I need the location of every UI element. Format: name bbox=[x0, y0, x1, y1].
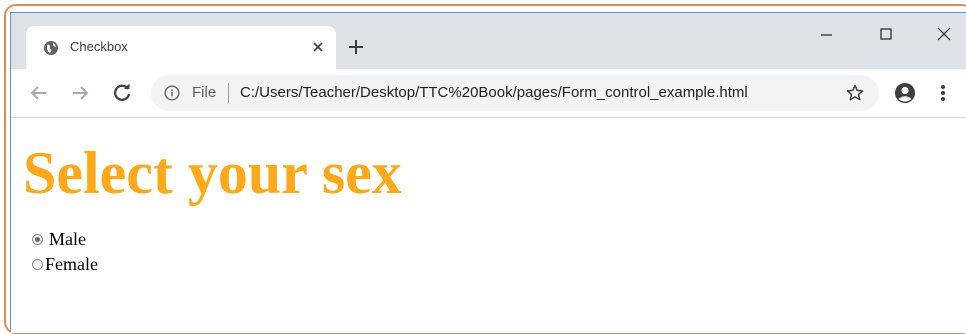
info-icon[interactable] bbox=[164, 85, 180, 101]
tab-strip: Checkbox bbox=[11, 13, 966, 70]
close-icon bbox=[313, 42, 323, 52]
account-icon[interactable] bbox=[893, 81, 917, 105]
page-content: Select your sex Male Female bbox=[11, 118, 966, 333]
forward-button[interactable] bbox=[68, 81, 92, 105]
browser-toolbar: File C:/Users/Teacher/Desktop/TTC%20Book… bbox=[11, 69, 966, 118]
radio-option-female[interactable]: Female bbox=[32, 254, 98, 274]
tab-title: Checkbox bbox=[70, 39, 128, 54]
tab-close-button[interactable] bbox=[308, 37, 328, 57]
arrow-left-icon bbox=[30, 86, 46, 100]
address-bar[interactable]: File C:/Users/Teacher/Desktop/TTC%20Book… bbox=[151, 75, 879, 111]
reload-icon bbox=[114, 83, 131, 101]
star-icon[interactable] bbox=[845, 83, 865, 103]
close-icon bbox=[937, 27, 951, 41]
tab-checkbox[interactable]: Checkbox bbox=[26, 26, 336, 70]
plus-icon bbox=[349, 40, 363, 54]
new-tab-button[interactable] bbox=[344, 35, 368, 59]
radio-button-female[interactable] bbox=[32, 258, 43, 270]
page-heading: Select your sex bbox=[23, 140, 402, 206]
radio-label-female: Female bbox=[45, 253, 98, 274]
maximize-icon bbox=[880, 28, 892, 40]
globe-icon bbox=[44, 41, 58, 55]
url-text[interactable]: C:/Users/Teacher/Desktop/TTC%20Book/page… bbox=[240, 84, 748, 101]
arrow-right-icon bbox=[73, 86, 89, 100]
kebab-menu-icon[interactable] bbox=[933, 81, 953, 105]
window-close-button[interactable] bbox=[924, 21, 964, 49]
back-button[interactable] bbox=[27, 81, 51, 105]
scheme-label: File bbox=[192, 84, 217, 101]
browser-window: Checkbox File C:/Users/Teacher/Desktop/T… bbox=[10, 12, 966, 333]
radio-label-male: Male bbox=[49, 228, 86, 249]
maximize-button[interactable] bbox=[866, 21, 906, 49]
minimize-icon bbox=[821, 34, 832, 36]
radio-button-male[interactable] bbox=[32, 233, 43, 245]
radio-option-male[interactable]: Male bbox=[32, 229, 86, 249]
address-divider bbox=[228, 83, 229, 103]
minimize-button[interactable] bbox=[806, 21, 846, 49]
reload-button[interactable] bbox=[110, 81, 134, 105]
